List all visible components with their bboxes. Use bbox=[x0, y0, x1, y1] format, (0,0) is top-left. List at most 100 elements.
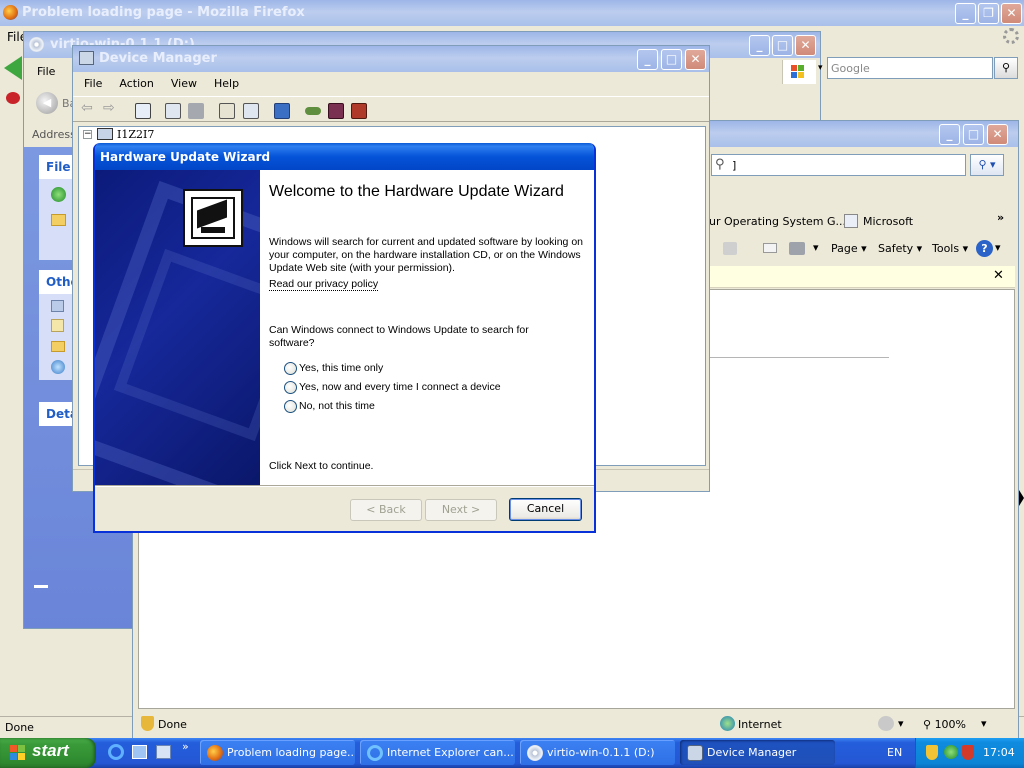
outlook-quicklaunch-icon[interactable] bbox=[132, 745, 147, 759]
ie-zoom-control[interactable]: ⚲ 100% bbox=[923, 718, 966, 731]
network-icon bbox=[51, 360, 65, 374]
firefox-search-button[interactable]: ⚲ bbox=[994, 57, 1018, 79]
task-explorer-label: virtio-win-0.1.1 (D:) bbox=[547, 746, 655, 759]
update-driver-icon[interactable] bbox=[305, 107, 321, 115]
cancel-button[interactable]: Cancel bbox=[509, 498, 582, 521]
properties-icon[interactable] bbox=[165, 103, 181, 119]
ie-info-bar-close-icon[interactable]: ✕ bbox=[993, 268, 1004, 283]
explorer-minimize-button[interactable]: _ bbox=[749, 35, 770, 56]
menu-action[interactable]: Action bbox=[119, 77, 153, 90]
computer-icon bbox=[51, 300, 64, 312]
explorer-back-button[interactable]: ◀ bbox=[36, 92, 58, 114]
menu-help[interactable]: Help bbox=[214, 77, 239, 90]
show-desktop-icon[interactable] bbox=[156, 745, 171, 759]
firefox-titlebar[interactable]: Problem loading page - Mozilla Firefox bbox=[0, 0, 1024, 26]
task-explorer[interactable]: virtio-win-0.1.1 (D:) bbox=[520, 740, 675, 765]
uninstall-icon[interactable] bbox=[328, 103, 344, 119]
ie-favorite-item-1[interactable]: ur Operating System G... bbox=[709, 215, 846, 228]
ie-zoom-dropdown[interactable]: ▾ bbox=[981, 717, 987, 730]
start-button[interactable]: start bbox=[0, 738, 96, 768]
ie-internet-zone-icon bbox=[720, 716, 735, 731]
device-manager-close-button[interactable]: ✕ bbox=[685, 49, 706, 70]
language-indicator[interactable]: EN bbox=[887, 746, 902, 759]
firefox-back-arrow-icon[interactable] bbox=[4, 56, 22, 80]
forward-arrow-icon[interactable]: ⇨ bbox=[103, 100, 119, 116]
radio-no-not-this-time[interactable] bbox=[284, 400, 297, 413]
menu-file[interactable]: File bbox=[84, 77, 102, 90]
wizard-content: Welcome to the Hardware Update Wizard Wi… bbox=[260, 170, 594, 485]
ie-chevron-icon[interactable]: » bbox=[997, 211, 1004, 224]
ie-print-dropdown[interactable]: ▾ bbox=[813, 241, 819, 254]
ie-quicklaunch-icon[interactable] bbox=[108, 744, 124, 760]
ie-help-icon[interactable]: ? bbox=[976, 240, 993, 257]
minimized-dash bbox=[34, 585, 48, 588]
ie-print-icon[interactable] bbox=[789, 242, 805, 255]
wizard-titlebar[interactable]: Hardware Update Wizard bbox=[95, 143, 594, 170]
firefox-search-input[interactable]: Google bbox=[827, 57, 993, 79]
next-button[interactable]: Next > bbox=[425, 499, 497, 521]
radio-yes-every-time[interactable] bbox=[284, 381, 297, 394]
task-firefox[interactable]: Problem loading page... bbox=[200, 740, 355, 765]
windows-logo-icon bbox=[782, 60, 816, 84]
device-manager-task-icon bbox=[687, 745, 703, 761]
quicklaunch-chevron-icon[interactable]: » bbox=[182, 740, 189, 753]
help-icon[interactable] bbox=[219, 103, 235, 119]
ie-mail-icon[interactable] bbox=[763, 243, 777, 253]
tree-root-label[interactable]: I1Z2I7 bbox=[117, 128, 154, 141]
mouse-cursor-icon bbox=[1019, 490, 1024, 506]
explorer-close-button[interactable]: ✕ bbox=[795, 35, 816, 56]
folder-share-icon bbox=[51, 214, 66, 226]
firefox-icon bbox=[3, 5, 18, 20]
explorer-maximize-button[interactable]: □ bbox=[772, 35, 793, 56]
device-manager-minimize-button[interactable]: _ bbox=[637, 49, 658, 70]
firefox-maximize-button[interactable]: ❐ bbox=[978, 3, 999, 24]
clock[interactable]: 17:04 bbox=[983, 746, 1015, 759]
ie-favorite-item-2[interactable]: Microsoft bbox=[863, 215, 913, 228]
privacy-policy-link[interactable]: Read our privacy policy bbox=[269, 278, 379, 291]
task-device-manager[interactable]: Device Manager bbox=[680, 740, 835, 765]
device-manager-maximize-button[interactable]: □ bbox=[661, 49, 682, 70]
ie-safety-menu[interactable]: Safety ▾ bbox=[878, 242, 922, 255]
ie-internet-zone-label: Internet bbox=[738, 718, 782, 731]
ie-minimize-button[interactable]: _ bbox=[939, 124, 960, 145]
print-icon[interactable] bbox=[188, 103, 204, 119]
option-yes-this-time-label[interactable]: Yes, this time only bbox=[299, 362, 383, 374]
disable-device-icon[interactable] bbox=[351, 103, 367, 119]
ie-rss-icon[interactable] bbox=[723, 242, 737, 255]
device-manager-titlebar[interactable]: Device Manager bbox=[73, 46, 709, 72]
ie-page-menu[interactable]: Page ▾ bbox=[831, 242, 867, 255]
back-arrow-icon[interactable]: ⇦ bbox=[81, 100, 97, 116]
scan-hardware-icon[interactable] bbox=[274, 103, 290, 119]
device-manager-toolbar: ⇦ ⇨ bbox=[73, 96, 709, 122]
back-button[interactable]: < Back bbox=[350, 499, 422, 521]
view-icon[interactable] bbox=[243, 103, 259, 119]
radio-yes-this-time[interactable] bbox=[284, 362, 297, 375]
task-internet-explorer[interactable]: Internet Explorer can... bbox=[360, 740, 515, 765]
show-hide-tree-icon[interactable] bbox=[135, 103, 151, 119]
ie-search-box[interactable]: ⚲ ] bbox=[711, 154, 966, 176]
ie-search-go-button[interactable]: ⚲ ▾ bbox=[970, 154, 1004, 176]
menu-view[interactable]: View bbox=[171, 77, 197, 90]
option-no-not-this-time-label[interactable]: No, not this time bbox=[299, 400, 375, 412]
firefox-close-button[interactable]: ✕ bbox=[1001, 3, 1022, 24]
ie-close-button[interactable]: ✕ bbox=[987, 124, 1008, 145]
ie-popup-blocker-icon[interactable] bbox=[878, 716, 894, 731]
firefox-minimize-button[interactable]: _ bbox=[955, 3, 976, 24]
cd-task-icon bbox=[527, 745, 543, 761]
security-shield-icon[interactable] bbox=[926, 745, 938, 760]
network-tray-icon[interactable] bbox=[944, 745, 958, 759]
file-tasks-header: File bbox=[46, 160, 71, 174]
ie-maximize-button[interactable]: □ bbox=[963, 124, 984, 145]
windows-flag-icon bbox=[10, 745, 26, 761]
ie-tools-menu[interactable]: Tools ▾ bbox=[932, 242, 968, 255]
task-firefox-label: Problem loading page... bbox=[227, 746, 355, 759]
quick-launch: » bbox=[104, 740, 194, 762]
option-yes-every-time-label[interactable]: Yes, now and every time I connect a devi… bbox=[299, 381, 501, 393]
ie-help-dropdown[interactable]: ▾ bbox=[995, 241, 1001, 254]
security-alert-icon[interactable] bbox=[962, 745, 974, 760]
explorer-menu-file[interactable]: File bbox=[37, 65, 55, 78]
ie-popup-dropdown[interactable]: ▾ bbox=[898, 717, 904, 730]
wizard-title: Hardware Update Wizard bbox=[100, 150, 271, 164]
tree-collapse-icon[interactable]: − bbox=[83, 130, 92, 139]
cd-drive-icon bbox=[29, 37, 44, 52]
